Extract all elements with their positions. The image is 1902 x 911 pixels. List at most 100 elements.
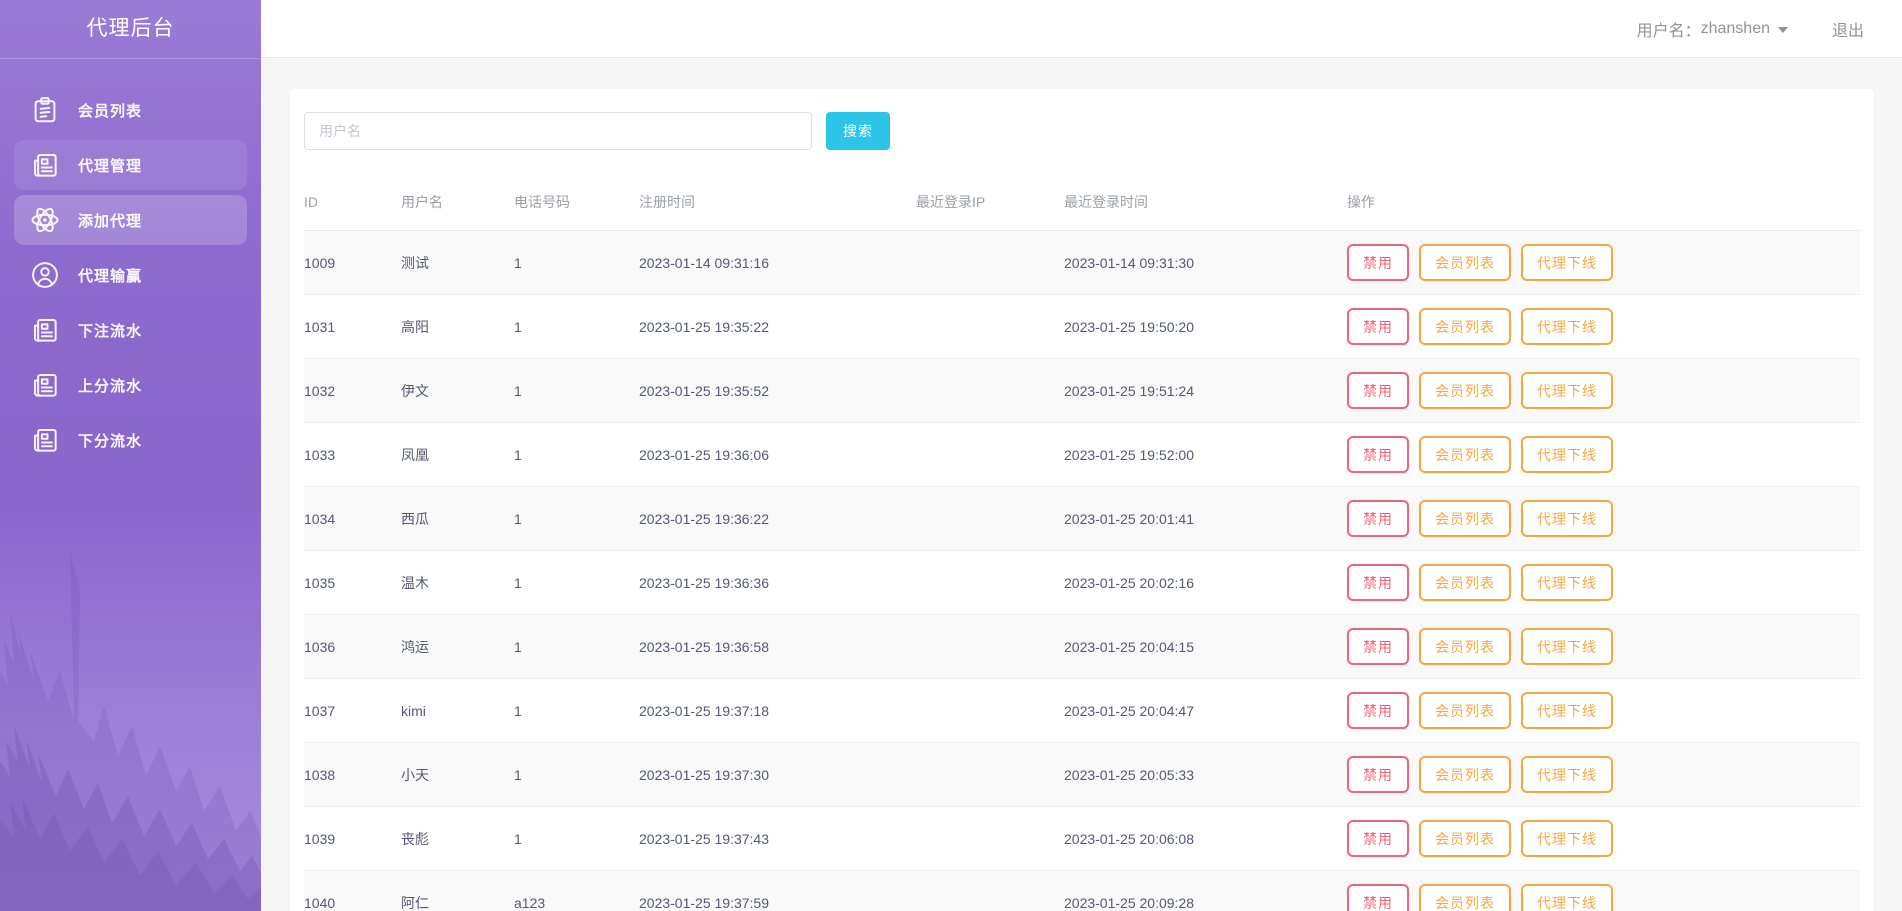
main-area: 用户名： zhanshen 退出 搜索 — [261, 0, 1902, 911]
agent-downline-button[interactable]: 代理下线 — [1521, 564, 1613, 601]
search-input[interactable] — [304, 112, 812, 150]
cell-actions: 禁用会员列表代理下线 — [1347, 359, 1860, 423]
cell-actions: 禁用会员列表代理下线 — [1347, 423, 1860, 487]
cell-reg-time: 2023-01-25 19:36:36 — [639, 551, 916, 615]
disable-button[interactable]: 禁用 — [1347, 372, 1409, 409]
disable-button[interactable]: 禁用 — [1347, 692, 1409, 729]
member-list-button[interactable]: 会员列表 — [1419, 436, 1511, 473]
agent-downline-button[interactable]: 代理下线 — [1521, 756, 1613, 793]
member-list-button[interactable]: 会员列表 — [1419, 884, 1511, 911]
column-header-actions: 操作 — [1347, 176, 1860, 231]
logout-button[interactable]: 退出 — [1832, 17, 1864, 41]
disable-button[interactable]: 禁用 — [1347, 884, 1409, 911]
cell-reg-time: 2023-01-25 19:36:06 — [639, 423, 916, 487]
member-list-button[interactable]: 会员列表 — [1419, 692, 1511, 729]
cell-last-ip — [916, 359, 1064, 423]
agent-downline-button[interactable]: 代理下线 — [1521, 244, 1613, 281]
cell-phone: 1 — [514, 615, 639, 679]
member-list-button[interactable]: 会员列表 — [1419, 500, 1511, 537]
content-card: 搜索 ID 用户名 电话号码 注册时间 最近登录IP — [290, 89, 1874, 911]
disable-button[interactable]: 禁用 — [1347, 564, 1409, 601]
clipboard-icon — [28, 93, 62, 127]
table-row: 1037kimi12023-01-25 19:37:182023-01-25 2… — [304, 679, 1860, 743]
column-header-reg-time: 注册时间 — [639, 176, 916, 231]
cell-last-login: 2023-01-25 19:50:20 — [1064, 295, 1347, 359]
agent-downline-button[interactable]: 代理下线 — [1521, 436, 1613, 473]
sidebar-item-add-agent[interactable]: 添加代理 — [14, 195, 247, 245]
agent-downline-button[interactable]: 代理下线 — [1521, 372, 1613, 409]
cell-username: 小天 — [401, 743, 514, 807]
user-menu[interactable]: 用户名： zhanshen — [1637, 17, 1788, 41]
agent-downline-button[interactable]: 代理下线 — [1521, 692, 1613, 729]
cell-id: 1035 — [304, 551, 401, 615]
disable-button[interactable]: 禁用 — [1347, 500, 1409, 537]
disable-button[interactable]: 禁用 — [1347, 628, 1409, 665]
table-row: 1040阿仁a1232023-01-25 19:37:592023-01-25 … — [304, 871, 1860, 911]
disable-button[interactable]: 禁用 — [1347, 820, 1409, 857]
cell-last-login: 2023-01-25 20:05:33 — [1064, 743, 1347, 807]
member-list-button[interactable]: 会员列表 — [1419, 756, 1511, 793]
cell-username: kimi — [401, 679, 514, 743]
cell-actions: 禁用会员列表代理下线 — [1347, 807, 1860, 871]
column-header-username: 用户名 — [401, 176, 514, 231]
agent-downline-button[interactable]: 代理下线 — [1521, 308, 1613, 345]
member-list-button[interactable]: 会员列表 — [1419, 372, 1511, 409]
cell-actions: 禁用会员列表代理下线 — [1347, 551, 1860, 615]
cell-actions: 禁用会员列表代理下线 — [1347, 615, 1860, 679]
cell-phone: 1 — [514, 423, 639, 487]
agents-table: ID 用户名 电话号码 注册时间 最近登录IP 最近登录时间 操作 1009测试… — [304, 176, 1860, 911]
member-list-button[interactable]: 会员列表 — [1419, 564, 1511, 601]
newspaper-icon — [28, 423, 62, 457]
cell-reg-time: 2023-01-25 19:36:58 — [639, 615, 916, 679]
sidebar-item-label: 会员列表 — [78, 100, 142, 121]
member-list-button[interactable]: 会员列表 — [1419, 308, 1511, 345]
cell-username: 温木 — [401, 551, 514, 615]
disable-button[interactable]: 禁用 — [1347, 756, 1409, 793]
agent-downline-button[interactable]: 代理下线 — [1521, 628, 1613, 665]
cell-last-ip — [916, 487, 1064, 551]
cell-last-login: 2023-01-25 20:06:08 — [1064, 807, 1347, 871]
cell-last-login: 2023-01-25 20:01:41 — [1064, 487, 1347, 551]
sidebar-item-label: 下分流水 — [78, 430, 142, 451]
sidebar-item-agent-manage[interactable]: 代理管理 — [14, 140, 247, 190]
cell-reg-time: 2023-01-25 19:35:22 — [639, 295, 916, 359]
cell-username: 伊文 — [401, 359, 514, 423]
cell-id: 1040 — [304, 871, 401, 911]
cell-username: 测试 — [401, 231, 514, 295]
table-row: 1038小天12023-01-25 19:37:302023-01-25 20:… — [304, 743, 1860, 807]
table-header-row: ID 用户名 电话号码 注册时间 最近登录IP 最近登录时间 操作 — [304, 176, 1860, 231]
sidebar-item-label: 代理输赢 — [78, 265, 142, 286]
cell-reg-time: 2023-01-14 09:31:16 — [639, 231, 916, 295]
cell-reg-time: 2023-01-25 19:35:52 — [639, 359, 916, 423]
agent-downline-button[interactable]: 代理下线 — [1521, 500, 1613, 537]
sidebar-item-downscore-flow[interactable]: 下分流水 — [14, 415, 247, 465]
atom-icon — [28, 203, 62, 237]
cell-id: 1033 — [304, 423, 401, 487]
table-row: 1036鸿运12023-01-25 19:36:582023-01-25 20:… — [304, 615, 1860, 679]
cell-id: 1038 — [304, 743, 401, 807]
table-row: 1034西瓜12023-01-25 19:36:222023-01-25 20:… — [304, 487, 1860, 551]
cell-username: 凤凰 — [401, 423, 514, 487]
disable-button[interactable]: 禁用 — [1347, 436, 1409, 473]
member-list-button[interactable]: 会员列表 — [1419, 244, 1511, 281]
cell-phone: 1 — [514, 743, 639, 807]
sidebar-item-agent-winloss[interactable]: 代理输赢 — [14, 250, 247, 300]
sidebar-item-member-list[interactable]: 会员列表 — [14, 85, 247, 135]
table-row: 1033凤凰12023-01-25 19:36:062023-01-25 19:… — [304, 423, 1860, 487]
cell-actions: 禁用会员列表代理下线 — [1347, 487, 1860, 551]
sidebar-item-upscore-flow[interactable]: 上分流水 — [14, 360, 247, 410]
agent-downline-button[interactable]: 代理下线 — [1521, 884, 1613, 911]
cell-id: 1031 — [304, 295, 401, 359]
disable-button[interactable]: 禁用 — [1347, 308, 1409, 345]
agent-downline-button[interactable]: 代理下线 — [1521, 820, 1613, 857]
cell-last-ip — [916, 743, 1064, 807]
cell-username: 丧彪 — [401, 807, 514, 871]
forest-background — [0, 491, 261, 911]
search-bar: 搜索 — [304, 112, 1860, 150]
disable-button[interactable]: 禁用 — [1347, 244, 1409, 281]
member-list-button[interactable]: 会员列表 — [1419, 820, 1511, 857]
cell-id: 1032 — [304, 359, 401, 423]
sidebar-item-bet-flow[interactable]: 下注流水 — [14, 305, 247, 355]
member-list-button[interactable]: 会员列表 — [1419, 628, 1511, 665]
search-button[interactable]: 搜索 — [826, 112, 890, 150]
